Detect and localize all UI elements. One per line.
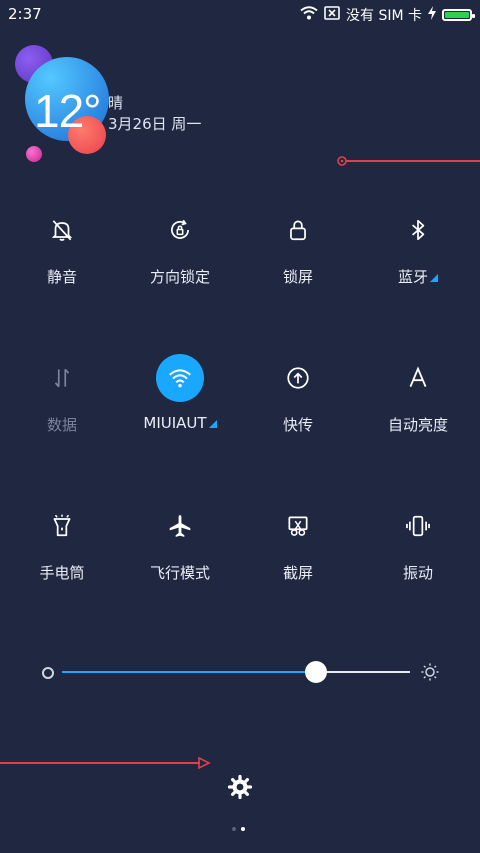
annotation-arrow-bottom <box>0 756 211 770</box>
tile-rotation-lock[interactable]: 方向锁定 <box>120 206 240 287</box>
tile-label: 手电筒 <box>39 564 85 582</box>
vibrate-icon <box>394 502 442 550</box>
no-sim-icon <box>324 6 340 24</box>
weather-widget[interactable]: 12° 晴 3月26日 周一 <box>0 20 240 162</box>
tile-bluetooth[interactable]: 蓝牙 <box>358 206 478 287</box>
tile-label: 自动亮度 <box>387 416 448 434</box>
tile-lock-screen[interactable]: 锁屏 <box>238 206 358 287</box>
tile-flashlight[interactable]: 手电筒 <box>2 502 122 583</box>
tile-label: 截屏 <box>282 564 313 582</box>
more-options-indicator-icon <box>208 420 217 428</box>
tile-label: MIUIAUT <box>120 414 240 432</box>
charging-bolt-icon <box>428 6 436 24</box>
share-icon <box>274 354 322 402</box>
screenshot-icon <box>274 502 322 550</box>
tile-silent[interactable]: 静音 <box>2 206 122 287</box>
auto-brightness-icon <box>394 354 442 402</box>
bell-slash-icon <box>38 206 86 254</box>
weather-date: 3月26日 周一 <box>108 115 202 133</box>
tile-vibrate[interactable]: 振动 <box>358 502 478 583</box>
tile-label-text: MIUIAUT <box>143 414 207 432</box>
status-right: 没有 SIM 卡 <box>300 5 475 25</box>
settings-gear-icon[interactable] <box>226 773 254 801</box>
tile-auto-brightness[interactable]: 自动亮度 <box>358 354 478 435</box>
tile-label: 数据 <box>46 416 77 434</box>
weather-temperature: 12° <box>34 85 102 137</box>
wifi-icon <box>156 354 204 402</box>
mobile-data-icon <box>38 354 86 402</box>
tile-label: 振动 <box>402 564 433 582</box>
rotation-lock-icon <box>156 206 204 254</box>
tile-mobile-data[interactable]: 数据 <box>2 354 122 435</box>
battery-icon <box>442 9 475 21</box>
tile-label: 蓝牙 <box>358 266 478 287</box>
brightness-low-icon <box>42 667 54 679</box>
tile-airplane-mode[interactable]: 飞行模式 <box>120 502 240 583</box>
battery-fill <box>445 12 469 18</box>
tile-wifi[interactable]: MIUIAUT <box>120 354 240 432</box>
weather-bubble-pink <box>26 146 42 162</box>
wifi-signal-icon <box>300 6 318 24</box>
tile-label: 方向锁定 <box>149 268 210 286</box>
brightness-track[interactable] <box>62 671 410 673</box>
brightness-high-icon <box>421 663 439 681</box>
weather-condition: 晴 <box>108 94 124 112</box>
airplane-icon <box>156 502 204 550</box>
page-indicator <box>232 827 245 831</box>
lock-icon <box>274 206 322 254</box>
tile-quick-share[interactable]: 快传 <box>238 354 358 435</box>
tile-label: 飞行模式 <box>149 564 210 582</box>
brightness-track-fill <box>62 671 317 673</box>
more-options-indicator-icon <box>430 274 438 282</box>
brightness-thumb[interactable] <box>305 661 328 683</box>
flashlight-icon <box>38 502 86 550</box>
tile-label: 静音 <box>46 268 77 286</box>
annotation-arrow-top <box>337 156 480 166</box>
bluetooth-icon <box>394 206 442 254</box>
page-dot <box>232 827 236 831</box>
tile-label-text: 蓝牙 <box>397 268 428 286</box>
sim-status-text: 没有 SIM 卡 <box>346 8 422 24</box>
tile-label: 锁屏 <box>282 268 313 286</box>
tile-screenshot[interactable]: 截屏 <box>238 502 358 583</box>
page-dot-current <box>241 827 245 831</box>
tile-label: 快传 <box>282 416 313 434</box>
brightness-slider[interactable] <box>40 658 440 686</box>
